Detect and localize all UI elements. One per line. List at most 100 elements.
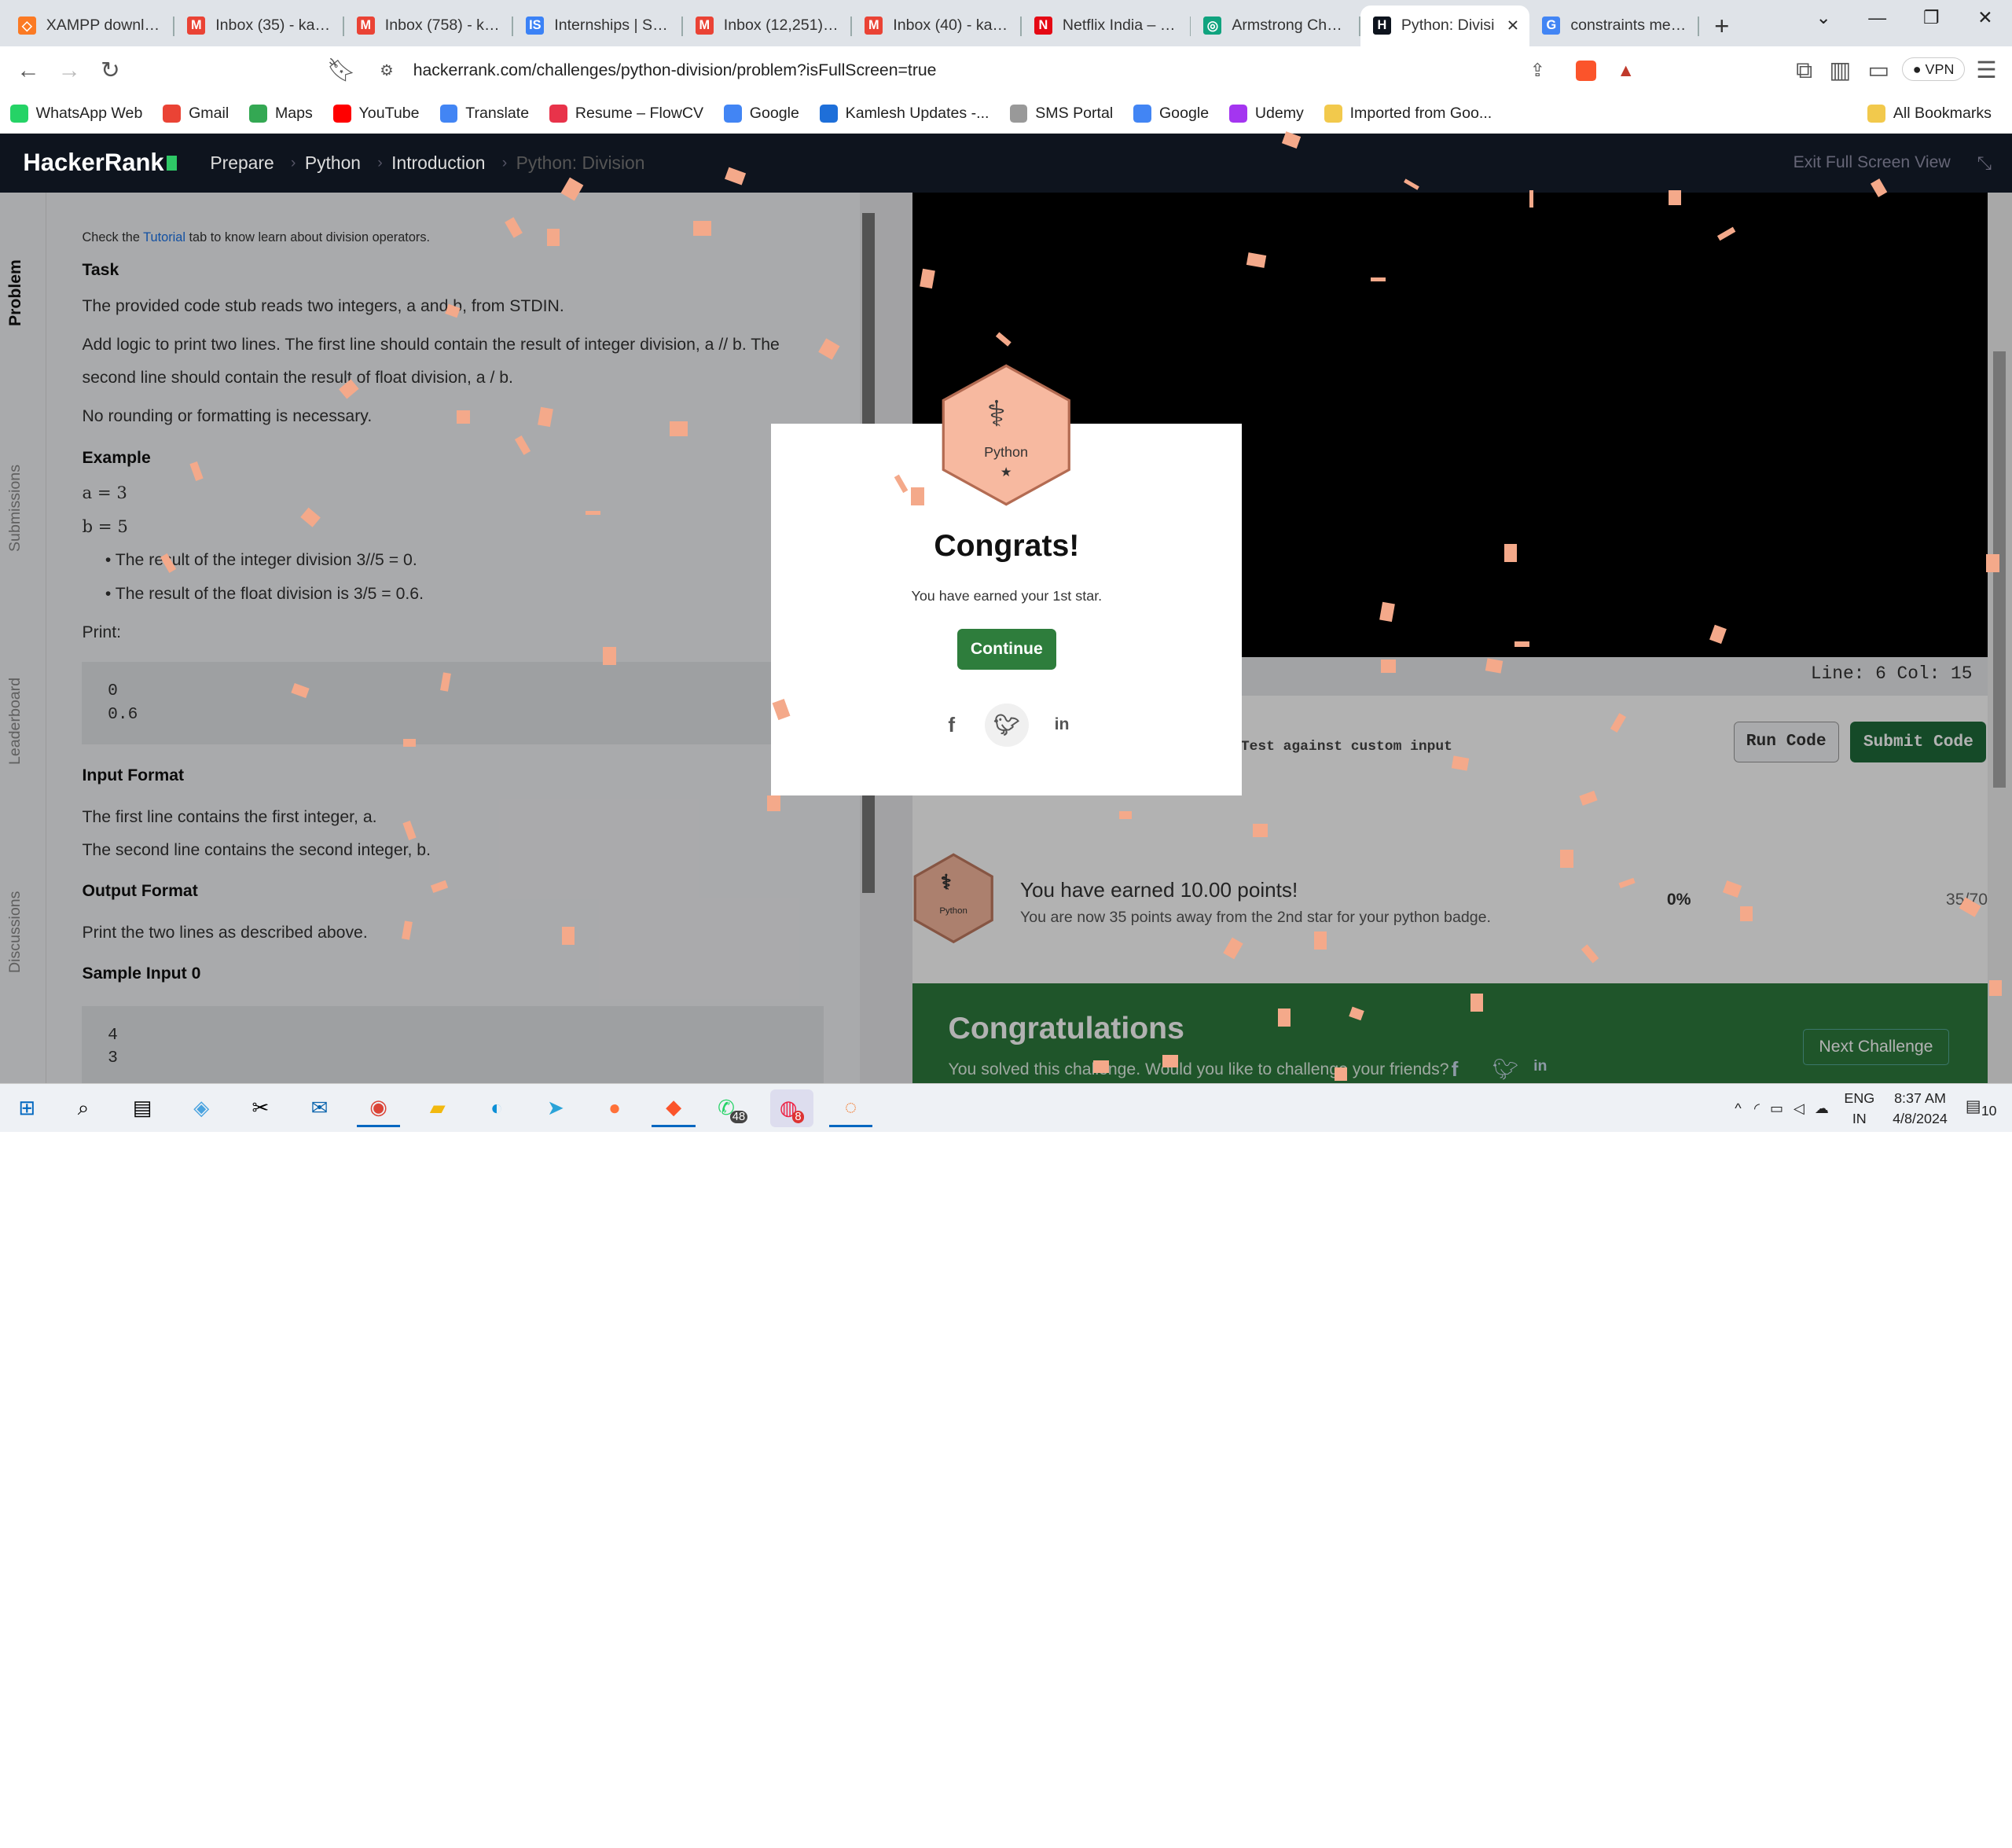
bookmark-item[interactable]: Translate xyxy=(440,105,530,123)
language-indicator[interactable]: ENG IN xyxy=(1844,1088,1874,1129)
mail-icon[interactable]: ✉ xyxy=(298,1089,342,1128)
clock[interactable]: 8:37 AM 4/8/2024 xyxy=(1893,1088,1948,1129)
confetti-piece xyxy=(1515,641,1530,647)
close-window-button[interactable]: ✕ xyxy=(1959,0,2012,39)
badge-label: Python xyxy=(941,444,1072,461)
url-text: hackerrank.com/challenges/python-divisio… xyxy=(413,61,937,80)
language-code: ENG xyxy=(1844,1088,1874,1108)
sidebar-icon[interactable]: ▥ xyxy=(1819,57,1860,84)
whatsapp-icon[interactable]: ✆48 xyxy=(711,1089,755,1128)
brave-shields-icon[interactable] xyxy=(1576,61,1596,81)
bookmark-item[interactable]: SMS Portal xyxy=(1010,105,1114,123)
cloud-icon[interactable]: ☁ xyxy=(1815,1100,1829,1117)
copilot-icon[interactable]: ◈ xyxy=(180,1089,224,1128)
chrome-icon[interactable]: ◉ xyxy=(357,1089,401,1128)
bookmark-item[interactable]: Udemy xyxy=(1229,105,1304,123)
browser-tab[interactable]: NNetflix India – Wat xyxy=(1022,6,1191,46)
wallet-icon[interactable]: ▭ xyxy=(1858,57,1899,84)
bookmark-label: Gmail xyxy=(189,105,229,123)
address-toolbar: ← → ↻ 🔖︎ ⚙ hackerrank.com/challenges/pyt… xyxy=(0,46,2012,95)
bookmark-item[interactable]: Google xyxy=(724,105,799,123)
confetti-piece xyxy=(1278,1009,1291,1027)
folder-icon xyxy=(1867,105,1885,123)
menu-icon[interactable]: ☰ xyxy=(1966,57,2006,84)
tab-title: XAMPP download xyxy=(46,17,162,35)
chevron-up-icon[interactable]: ^ xyxy=(1735,1100,1741,1117)
linkedin-icon[interactable]: in xyxy=(1044,707,1080,744)
bookmark-item[interactable]: YouTube xyxy=(333,105,420,123)
battery-icon[interactable]: ▭ xyxy=(1770,1100,1783,1117)
task-view-icon[interactable]: ▤ xyxy=(120,1089,164,1128)
tab-favicon-icon: M xyxy=(696,17,714,35)
close-tab-icon[interactable]: ✕ xyxy=(1507,17,1519,35)
browser-tab[interactable]: MInbox (758) - kaml xyxy=(344,6,514,46)
exit-fullscreen-link[interactable]: Exit Full Screen View xyxy=(1794,153,1951,172)
bookmark-label: Imported from Goo... xyxy=(1350,105,1492,123)
jupyter-icon[interactable]: ◌ xyxy=(829,1089,873,1128)
browser-tab[interactable]: ISInternships | Sumr xyxy=(513,6,683,46)
snipping-tool-icon[interactable]: ✂ xyxy=(239,1089,283,1128)
back-icon[interactable]: ← xyxy=(8,57,49,84)
twitter-icon[interactable]: 🐦︎ xyxy=(985,704,1029,748)
brave-rewards-icon[interactable]: ▲ xyxy=(1617,60,1635,81)
bookmark-item[interactable]: Maps xyxy=(249,105,313,123)
continue-button[interactable]: Continue xyxy=(957,629,1056,670)
confetti-piece xyxy=(1560,850,1573,868)
new-tab-button[interactable]: + xyxy=(1699,6,1745,46)
browser-tab[interactable]: ◇XAMPP download xyxy=(6,6,175,46)
bookmark-icon[interactable]: 🔖︎ xyxy=(321,57,362,84)
volume-icon[interactable]: ◁ xyxy=(1794,1100,1805,1117)
window-controls: ⌄ — ❐ ✕ xyxy=(1797,0,2012,39)
notification-icon[interactable]: ▤10 xyxy=(1966,1097,1997,1119)
crumb-introduction[interactable]: Introduction xyxy=(391,152,485,174)
modal-title: Congrats! xyxy=(771,529,1242,564)
edge-icon[interactable]: ◐ xyxy=(475,1089,519,1128)
forward-icon[interactable]: → xyxy=(49,57,90,84)
browser-tab[interactable]: ◎Armstrong Check xyxy=(1191,6,1360,46)
browser-tab[interactable]: MInbox (12,251) - ka xyxy=(683,6,853,46)
confetti-piece xyxy=(1381,659,1397,672)
minimize-button[interactable]: — xyxy=(1850,0,1904,39)
all-bookmarks[interactable]: All Bookmarks xyxy=(1867,105,1992,123)
firefox-icon[interactable]: ● xyxy=(593,1089,637,1128)
windows-start-icon[interactable]: ⊞ xyxy=(6,1089,50,1128)
reload-icon[interactable]: ↻ xyxy=(90,57,130,84)
facebook-icon[interactable]: f xyxy=(934,707,970,744)
site-settings-icon[interactable]: ⚙ xyxy=(380,61,394,80)
hackerrank-logo[interactable]: HackerRank xyxy=(23,149,177,177)
bookmark-item[interactable]: Google xyxy=(1133,105,1209,123)
tab-search-icon[interactable]: ⌄ xyxy=(1797,0,1851,39)
extensions-icon[interactable]: ⧉ xyxy=(1783,57,1824,84)
logo-text: HackerRank xyxy=(23,149,163,176)
tab-favicon-icon: ◎ xyxy=(1203,17,1221,35)
brave-icon[interactable]: ◆ xyxy=(652,1089,696,1128)
app-icon[interactable]: ◍8 xyxy=(770,1089,814,1128)
url-bar[interactable]: ⚙ hackerrank.com/challenges/python-divis… xyxy=(367,51,1643,90)
bookmark-item[interactable]: WhatsApp Web xyxy=(10,105,142,123)
browser-tab[interactable]: HPython: Divisi✕ xyxy=(1360,6,1530,46)
telegram-icon[interactable]: ➤ xyxy=(534,1089,578,1128)
restore-button[interactable]: ❐ xyxy=(1904,0,1959,39)
share-row: f 🐦︎ in xyxy=(771,704,1242,748)
tab-favicon-icon: M xyxy=(865,17,883,35)
confetti-piece xyxy=(1119,811,1132,819)
confetti-piece xyxy=(1371,277,1386,281)
file-explorer-icon[interactable]: ▰ xyxy=(416,1089,460,1128)
browser-tab[interactable]: MInbox (40) - kamle xyxy=(852,6,1022,46)
python-logo-icon: ⚕ xyxy=(987,393,1007,435)
browser-tab[interactable]: MInbox (35) - kamle xyxy=(174,6,344,46)
search-icon[interactable]: ⌕ xyxy=(61,1089,105,1128)
share-icon[interactable]: ⇪ xyxy=(1530,60,1545,81)
collapse-icon[interactable]: ⤡ xyxy=(1977,152,1992,174)
vpn-button[interactable]: ● VPN xyxy=(1902,57,1966,81)
crumb-prepare[interactable]: Prepare xyxy=(210,152,274,174)
bookmark-item[interactable]: Imported from Goo... xyxy=(1324,105,1492,123)
bookmark-item[interactable]: Resume – FlowCV xyxy=(549,105,703,123)
bookmark-item[interactable]: Kamlesh Updates -... xyxy=(820,105,989,123)
confetti-piece xyxy=(693,221,711,237)
wifi-icon[interactable]: ◜ xyxy=(1754,1100,1760,1117)
bookmark-item[interactable]: Gmail xyxy=(163,105,229,123)
crumb-python[interactable]: Python xyxy=(305,152,361,174)
browser-tab[interactable]: Gconstraints meani xyxy=(1529,6,1699,46)
confetti-piece xyxy=(1740,906,1753,922)
